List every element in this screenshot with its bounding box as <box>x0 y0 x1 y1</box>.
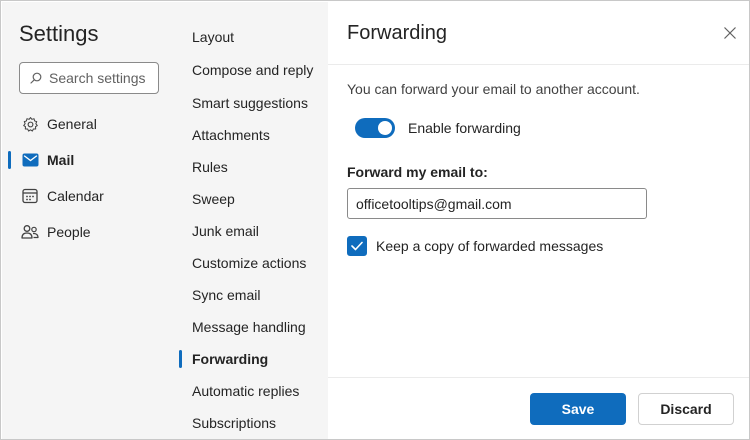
nav-item-calendar[interactable]: Calendar <box>2 180 169 212</box>
enable-forwarding-row: Enable forwarding <box>355 118 521 138</box>
forwarding-panel: Forwarding You can forward your email to… <box>328 2 749 439</box>
footer-divider <box>328 377 749 378</box>
discard-button[interactable]: Discard <box>638 393 734 425</box>
toggle-knob <box>378 121 392 135</box>
subnav-item-compose-and-reply[interactable]: Compose and reply <box>169 55 328 85</box>
mail-settings-nav: Layout Compose and reply Smart suggestio… <box>169 2 328 439</box>
subnav-item-sweep[interactable]: Sweep <box>169 184 328 214</box>
subnav-item-automatic-replies[interactable]: Automatic replies <box>169 376 328 406</box>
checkmark-icon <box>351 241 363 251</box>
close-icon <box>724 27 736 39</box>
nav-item-label: Mail <box>47 152 75 168</box>
people-icon <box>21 223 39 241</box>
keep-copy-label: Keep a copy of forwarded messages <box>376 238 604 254</box>
settings-dialog: Settings General <box>0 0 750 440</box>
search-input[interactable] <box>49 70 154 86</box>
nav-item-mail[interactable]: Mail <box>2 144 169 176</box>
forwarding-description: You can forward your email to another ac… <box>347 81 640 97</box>
subnav-item-sync-email[interactable]: Sync email <box>169 280 328 310</box>
calendar-icon <box>21 187 39 205</box>
subnav-item-junk-email[interactable]: Junk email <box>169 216 328 246</box>
header-divider <box>328 64 749 65</box>
subnav-item-subscriptions[interactable]: Subscriptions <box>169 408 328 438</box>
keep-copy-row: Keep a copy of forwarded messages <box>347 236 603 256</box>
search-icon <box>30 72 42 84</box>
subnav-item-smart-suggestions[interactable]: Smart suggestions <box>169 88 328 118</box>
subnav-item-rules[interactable]: Rules <box>169 152 328 182</box>
subnav-item-layout[interactable]: Layout <box>169 22 328 52</box>
enable-forwarding-label: Enable forwarding <box>408 120 521 136</box>
forward-to-label: Forward my email to: <box>347 164 488 180</box>
nav-item-label: General <box>47 116 97 132</box>
mail-icon <box>21 151 39 169</box>
gear-icon <box>21 115 39 133</box>
settings-nav: Settings General <box>2 2 169 439</box>
subnav-item-customize-actions[interactable]: Customize actions <box>169 248 328 278</box>
enable-forwarding-toggle[interactable] <box>355 118 395 138</box>
settings-title: Settings <box>19 21 99 46</box>
subnav-item-forwarding[interactable]: Forwarding <box>169 344 328 374</box>
subnav-item-message-handling[interactable]: Message handling <box>169 312 328 342</box>
nav-item-label: People <box>47 224 91 240</box>
nav-item-people[interactable]: People <box>2 216 169 248</box>
subnav-item-attachments[interactable]: Attachments <box>169 120 328 150</box>
forward-email-input[interactable] <box>347 188 647 219</box>
nav-item-general[interactable]: General <box>2 108 169 140</box>
panel-title: Forwarding <box>347 22 448 44</box>
search-box[interactable] <box>19 62 159 94</box>
keep-copy-checkbox[interactable] <box>347 236 367 256</box>
nav-item-label: Calendar <box>47 188 104 204</box>
save-button[interactable]: Save <box>530 393 626 425</box>
close-button[interactable] <box>719 22 741 44</box>
